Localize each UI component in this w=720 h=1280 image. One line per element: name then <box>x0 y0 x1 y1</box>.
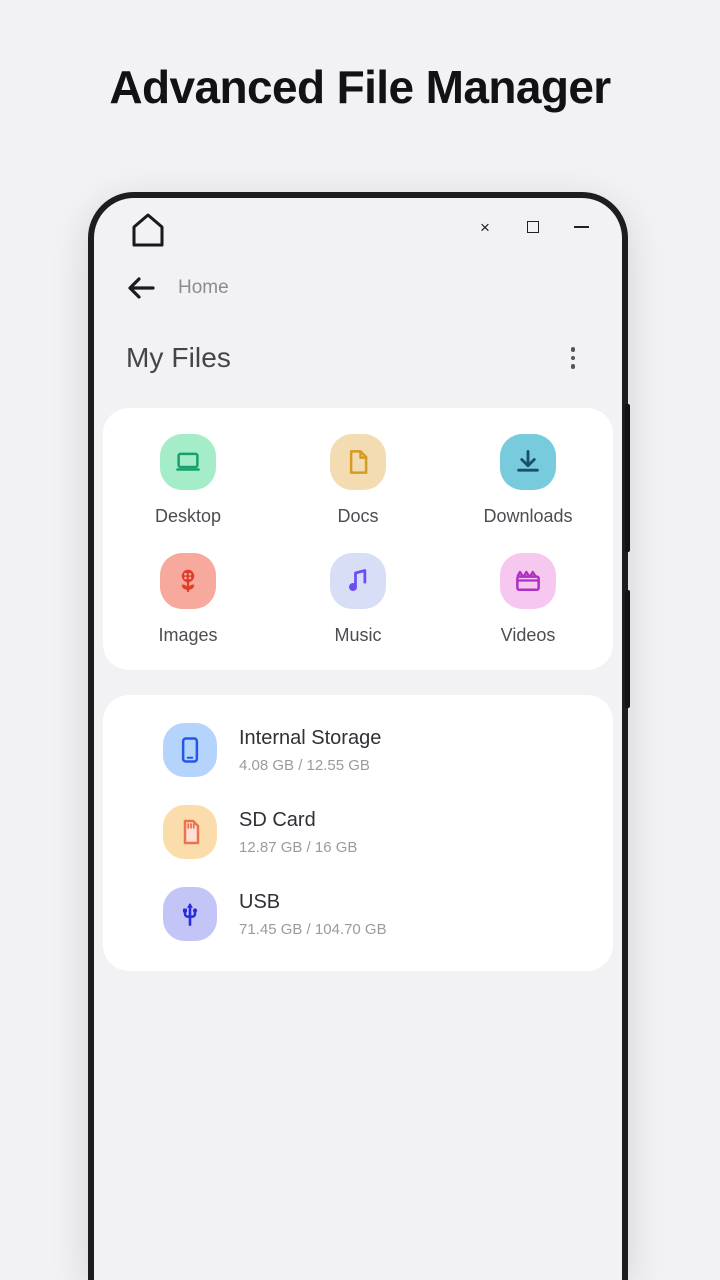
storage-row[interactable]: USB 71.45 GB / 104.70 GB <box>103 873 613 955</box>
phone-frame: × Home My Files Desktop Docs Downloads I… <box>88 192 630 1280</box>
shortcut-label: Docs <box>337 506 379 526</box>
phone-screen: × Home My Files Desktop Docs Downloads I… <box>94 198 622 1280</box>
shortcut-label: Downloads <box>483 506 573 526</box>
app-title: My Files <box>126 342 232 373</box>
shortcut-label: Videos <box>500 625 556 645</box>
shortcut-desktop[interactable]: Desktop <box>103 434 273 527</box>
shortcut-images[interactable]: Images <box>103 553 273 646</box>
storage-text: SD Card 12.87 GB / 16 GB <box>239 809 357 856</box>
storage-name: SD Card <box>239 808 316 831</box>
usb-icon <box>163 887 217 941</box>
back-arrow-icon[interactable] <box>126 275 156 301</box>
phone-icon <box>163 723 217 777</box>
sd-card-icon <box>163 805 217 859</box>
shortcut-videos[interactable]: Videos <box>443 553 613 646</box>
volume-button[interactable] <box>625 404 630 552</box>
shortcut-music[interactable]: Music <box>273 553 443 646</box>
shortcut-label: Desktop <box>154 506 222 526</box>
storage-row[interactable]: Internal Storage 4.08 GB / 12.55 GB <box>103 709 613 791</box>
minimize-icon[interactable] <box>570 216 592 238</box>
home-icon[interactable] <box>131 212 165 248</box>
page-title: Advanced File Manager <box>109 61 611 113</box>
window-controls: × <box>474 216 592 238</box>
storage-text: USB 71.45 GB / 104.70 GB <box>239 891 387 938</box>
storage-row[interactable]: SD Card 12.87 GB / 16 GB <box>103 791 613 873</box>
power-button[interactable] <box>625 590 630 708</box>
shortcuts-card: Desktop Docs Downloads Images Music Vide… <box>103 408 613 670</box>
breadcrumb-label[interactable]: Home <box>178 277 229 299</box>
breadcrumb: Home <box>94 260 622 316</box>
document-icon <box>330 434 386 490</box>
maximize-icon[interactable] <box>522 216 544 238</box>
shortcut-docs[interactable]: Docs <box>273 434 443 527</box>
shortcut-grid: Desktop Docs Downloads Images Music Vide… <box>103 434 613 646</box>
window-title-bar: × <box>94 198 622 260</box>
shortcut-label: Music <box>334 625 382 645</box>
laptop-icon <box>160 434 216 490</box>
storage-name: Internal Storage <box>239 726 382 749</box>
flower-icon <box>160 553 216 609</box>
more-vertical-icon[interactable] <box>560 343 586 373</box>
close-icon[interactable]: × <box>474 216 496 238</box>
storage-usage: 4.08 GB / 12.55 GB <box>239 756 370 774</box>
storage-name: USB <box>239 890 281 913</box>
download-icon <box>500 434 556 490</box>
storage-usage: 12.87 GB / 16 GB <box>239 838 358 856</box>
clapperboard-icon <box>500 553 556 609</box>
app-header: My Files <box>94 316 622 400</box>
shortcut-downloads[interactable]: Downloads <box>443 434 613 527</box>
storage-text: Internal Storage 4.08 GB / 12.55 GB <box>239 727 381 774</box>
shortcut-label: Images <box>158 625 218 645</box>
storage-card: Internal Storage 4.08 GB / 12.55 GB SD Ca… <box>103 695 613 971</box>
storage-usage: 71.45 GB / 104.70 GB <box>239 920 387 938</box>
music-note-icon <box>330 553 386 609</box>
